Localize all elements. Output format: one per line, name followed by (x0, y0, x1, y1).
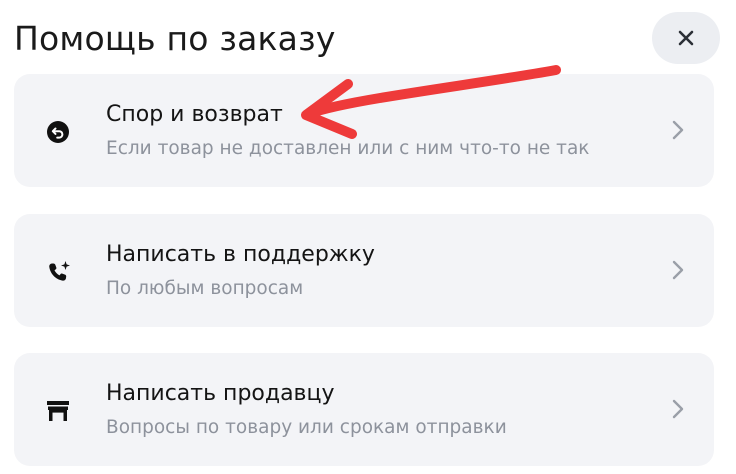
option-subtitle: Вопросы по товару или срокам отправки (106, 417, 507, 438)
page-title: Помощь по заказу (14, 19, 336, 58)
close-icon (678, 30, 694, 46)
dispute-return-option[interactable]: Спор и возврат Если товар не доставлен и… (14, 74, 714, 187)
option-title: Спор и возврат (106, 102, 283, 127)
support-option[interactable]: Написать в поддержку По любым вопросам (14, 214, 714, 327)
store-icon (40, 393, 76, 429)
seller-option[interactable]: Написать продавцу Вопросы по товару или … (14, 353, 714, 466)
support-phone-icon (40, 254, 76, 290)
option-title: Написать продавцу (106, 381, 335, 406)
option-subtitle: По любым вопросам (106, 278, 304, 299)
option-title: Написать в поддержку (106, 242, 375, 267)
return-arrow-icon (40, 114, 76, 150)
option-subtitle: Если товар не доставлен или с ним что-то… (106, 138, 590, 159)
chevron-right-icon (666, 258, 690, 282)
chevron-right-icon (666, 118, 690, 142)
close-button[interactable] (652, 12, 720, 64)
chevron-right-icon (666, 397, 690, 421)
